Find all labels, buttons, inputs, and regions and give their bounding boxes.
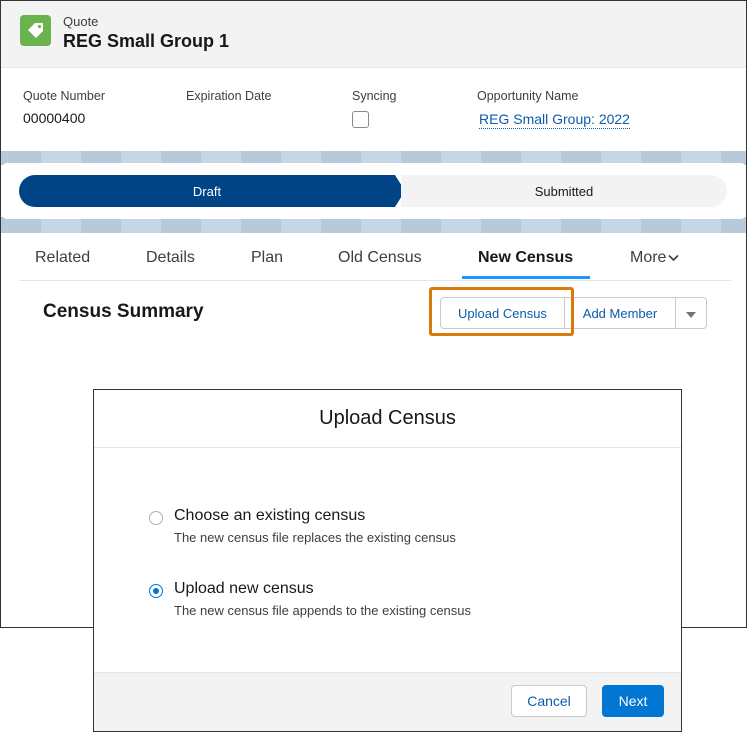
tab-new-census[interactable]: New Census bbox=[478, 249, 573, 267]
opportunity-field: Opportunity Name REG Small Group: 2022 bbox=[477, 89, 630, 129]
tab-bar: Related Details Plan Old Census New Cens… bbox=[19, 233, 731, 281]
syncing-field: Syncing bbox=[352, 89, 396, 128]
expiration-date-field: Expiration Date bbox=[186, 89, 271, 103]
quote-number-value: 00000400 bbox=[23, 110, 86, 126]
object-type-label: Quote bbox=[63, 14, 99, 29]
path-component: Draft Submitted bbox=[3, 163, 745, 219]
tab-related[interactable]: Related bbox=[35, 249, 90, 267]
tab-old-census[interactable]: Old Census bbox=[338, 249, 422, 267]
decorative-band bbox=[1, 217, 746, 233]
add-member-button[interactable]: Add Member bbox=[564, 297, 676, 329]
cancel-button[interactable]: Cancel bbox=[511, 685, 587, 717]
option-help-text: The new census file appends to the exist… bbox=[174, 603, 472, 618]
radio-existing-census[interactable] bbox=[149, 511, 163, 525]
opportunity-link[interactable]: REG Small Group: 2022 bbox=[479, 111, 630, 129]
expiration-date-label: Expiration Date bbox=[186, 89, 272, 103]
path-stage-draft[interactable]: Draft bbox=[19, 175, 405, 207]
next-button[interactable]: Next bbox=[602, 685, 664, 717]
highlights-panel: Quote Number 00000400 Expiration Date Sy… bbox=[1, 68, 746, 151]
opportunity-label: Opportunity Name bbox=[477, 89, 579, 103]
active-tab-indicator bbox=[462, 276, 590, 279]
modal-footer: Cancel Next bbox=[94, 672, 681, 731]
tab-more-label: More bbox=[630, 249, 667, 267]
quote-number-field: Quote Number 00000400 bbox=[23, 89, 105, 126]
quote-number-label: Quote Number bbox=[23, 89, 105, 103]
more-actions-button[interactable] bbox=[675, 297, 707, 329]
price-tag-icon bbox=[20, 15, 51, 46]
upload-census-modal: Upload Census Choose an existing census … bbox=[93, 389, 682, 732]
option-label: Choose an existing census bbox=[174, 507, 366, 524]
caret-down-icon bbox=[686, 306, 696, 321]
radio-upload-new-census[interactable] bbox=[149, 584, 163, 598]
chevron-down-icon bbox=[668, 249, 680, 267]
record-header: Quote REG Small Group 1 bbox=[1, 1, 746, 68]
tab-details[interactable]: Details bbox=[146, 249, 195, 267]
card-title: Census Summary bbox=[43, 301, 204, 322]
modal-title: Upload Census bbox=[319, 407, 456, 429]
syncing-checkbox[interactable] bbox=[352, 111, 369, 128]
path-stage-submitted[interactable]: Submitted bbox=[401, 175, 727, 207]
highlight-box bbox=[429, 287, 574, 336]
tab-plan[interactable]: Plan bbox=[251, 249, 283, 267]
syncing-label: Syncing bbox=[352, 89, 397, 103]
option-help-text: The new census file replaces the existin… bbox=[174, 530, 456, 545]
record-name: REG Small Group 1 bbox=[63, 31, 230, 51]
modal-header: Upload Census bbox=[94, 390, 681, 448]
tab-more[interactable]: More bbox=[630, 249, 680, 267]
path-bar: Draft Submitted bbox=[19, 175, 727, 207]
option-label: Upload new census bbox=[174, 580, 314, 597]
